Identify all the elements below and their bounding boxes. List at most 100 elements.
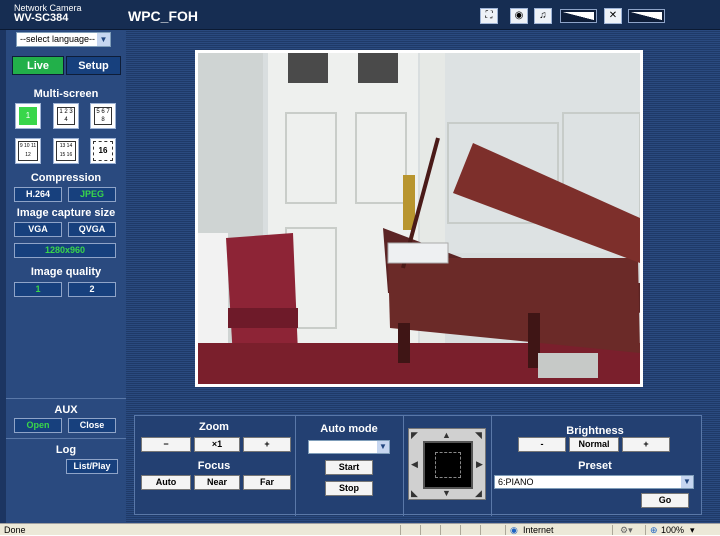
preset-value: 6:PIANO	[498, 477, 534, 487]
zoom-icon[interactable]: ⊕	[650, 525, 658, 536]
aux-open-button[interactable]: Open	[14, 418, 62, 433]
chevron-down-icon: ▼	[377, 441, 389, 453]
chevron-down-icon[interactable]: ▾	[690, 525, 695, 536]
compression-heading: Compression	[30, 172, 102, 184]
log-heading: Log	[55, 444, 77, 456]
quality-1-button[interactable]: 1	[14, 282, 62, 297]
live-video-frame	[195, 50, 643, 387]
auto-mode-stop-button[interactable]: Stop	[325, 481, 373, 496]
aux-heading: AUX	[54, 404, 78, 416]
zoom-level[interactable]: 100%	[661, 525, 684, 535]
zone-label: Internet	[523, 525, 554, 535]
divider	[440, 525, 441, 535]
divider	[400, 525, 401, 535]
divider	[645, 525, 646, 535]
focus-near-button[interactable]: Near	[194, 475, 240, 490]
multiscreen-13-16-label: 13 14 15 16	[56, 141, 76, 161]
pan-tilt-pad[interactable]: ▲ ▼ ◀ ▶ ◤ ◥ ◣ ◢	[408, 428, 486, 500]
zoom-out-button[interactable]: −	[141, 437, 191, 452]
chevron-down-icon: ▼	[681, 476, 693, 488]
arrow-up-right-icon[interactable]: ◥	[475, 430, 482, 441]
language-select-value: --select language--	[20, 34, 96, 44]
multiscreen-13-16-button[interactable]: 13 14 15 16	[53, 138, 79, 164]
protected-mode-icon[interactable]: ⚙▾	[620, 525, 633, 536]
auto-mode-heading: Auto mode	[320, 423, 378, 435]
browser-status-bar: Done ◉ Internet ⚙▾ ⊕ 100% ▾	[0, 523, 720, 535]
live-video-scene	[198, 53, 640, 384]
divider	[612, 525, 613, 535]
multiscreen-16-label: 16	[93, 141, 113, 161]
status-text: Done	[4, 525, 26, 535]
preset-heading: Preset	[578, 460, 612, 472]
mic-off-icon[interactable]: ✕	[604, 8, 622, 24]
focus-far-button[interactable]: Far	[243, 475, 291, 490]
log-list-play-button[interactable]: List/Play	[66, 459, 118, 474]
divider	[480, 525, 481, 535]
camera-title: WPC_FOH	[128, 8, 198, 24]
multiscreen-heading: Multi-screen	[33, 88, 99, 100]
brand-model: WV-SC384	[14, 12, 69, 24]
zoom-heading: Zoom	[199, 421, 229, 433]
brightness-normal-button[interactable]: Normal	[569, 437, 619, 452]
tab-setup[interactable]: Setup	[66, 56, 121, 75]
arrow-down-left-icon[interactable]: ◣	[411, 488, 418, 499]
divider	[420, 525, 421, 535]
divider	[6, 438, 126, 439]
live-video-image[interactable]	[198, 53, 640, 384]
fullscreen-icon[interactable]: ⛶	[480, 8, 498, 24]
multiscreen-9-12-button[interactable]: 9 10 11 12	[15, 138, 41, 164]
snapshot-icon[interactable]: ◉	[510, 8, 528, 24]
focus-heading: Focus	[197, 460, 231, 472]
mic-volume-slider[interactable]	[628, 9, 665, 23]
multiscreen-1-4-button[interactable]: 1 2 3 4	[53, 103, 79, 129]
aux-close-button[interactable]: Close	[68, 418, 116, 433]
preset-select[interactable]: 6:PIANO ▼	[494, 475, 694, 489]
pan-tilt-center-frame	[435, 452, 461, 478]
brand: Network Camera WV-SC384	[14, 3, 82, 24]
divider	[6, 398, 126, 399]
focus-auto-button[interactable]: Auto	[141, 475, 191, 490]
language-select[interactable]: --select language-- ▼	[16, 32, 111, 47]
zoom-out-icon: −	[163, 439, 169, 449]
multiscreen-9-12-label: 9 10 11 12	[18, 141, 38, 161]
zoom-x1-button[interactable]: ×1	[194, 437, 240, 452]
auto-mode-start-button[interactable]: Start	[325, 460, 373, 475]
jpeg-button[interactable]: JPEG	[68, 187, 116, 202]
multiscreen-1-label: 1	[19, 107, 37, 125]
arrow-down-right-icon[interactable]: ◢	[475, 488, 482, 499]
arrow-up-left-icon[interactable]: ◤	[411, 430, 418, 441]
tab-live[interactable]: Live	[12, 56, 64, 75]
zoom-in-icon: +	[264, 439, 270, 449]
auto-mode-select[interactable]: ▼	[308, 440, 390, 454]
chevron-down-icon: ▼	[97, 33, 110, 46]
qvga-button[interactable]: QVGA	[68, 222, 116, 237]
speaker-volume-slider[interactable]	[560, 9, 597, 23]
capture-size-heading: Image capture size	[16, 207, 116, 219]
multiscreen-5-8-label: 5 6 7 8	[94, 107, 112, 125]
h264-button[interactable]: H.264	[14, 187, 62, 202]
internet-zone-icon: ◉	[510, 525, 518, 535]
multiscreen-1-4-label: 1 2 3 4	[57, 107, 75, 125]
zoom-in-button[interactable]: +	[243, 437, 291, 452]
brightness-heading: Brightness	[566, 425, 624, 437]
preset-go-button[interactable]: Go	[641, 493, 689, 508]
brightness-plus-button[interactable]: +	[622, 437, 670, 452]
1280x960-button[interactable]: 1280x960	[14, 243, 116, 258]
divider	[403, 416, 404, 516]
top-bar: Network Camera WV-SC384 WPC_FOH ⛶ ◉ ♫ ✕	[0, 0, 720, 30]
brightness-minus-button[interactable]: -	[518, 437, 566, 452]
arrow-up-icon[interactable]: ▲	[442, 430, 451, 440]
camera-web-app: Network Camera WV-SC384 WPC_FOH ⛶ ◉ ♫ ✕ …	[0, 0, 720, 523]
image-quality-heading: Image quality	[30, 266, 102, 278]
arrow-right-icon[interactable]: ▶	[476, 459, 483, 470]
vga-button[interactable]: VGA	[14, 222, 62, 237]
multiscreen-1-button[interactable]: 1	[15, 103, 41, 129]
speaker-icon[interactable]: ♫	[534, 8, 552, 24]
arrow-down-icon[interactable]: ▼	[442, 488, 451, 498]
multiscreen-5-8-button[interactable]: 5 6 7 8	[90, 103, 116, 129]
multiscreen-16-button[interactable]: 16	[90, 138, 116, 164]
arrow-left-icon[interactable]: ◀	[411, 459, 418, 470]
divider	[505, 525, 506, 535]
quality-2-button[interactable]: 2	[68, 282, 116, 297]
divider	[460, 525, 461, 535]
